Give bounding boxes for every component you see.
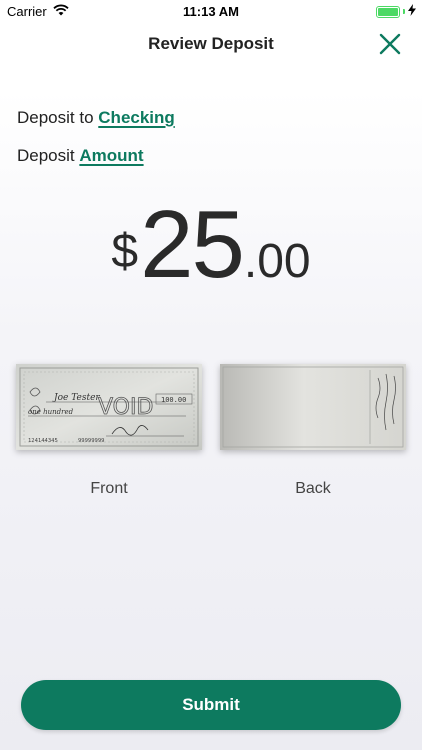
status-bar: Carrier 11:13 AM xyxy=(0,0,422,24)
deposit-to-label: Deposit to xyxy=(17,108,94,127)
check-back-image[interactable] xyxy=(220,364,406,450)
navigation-bar: Review Deposit xyxy=(0,24,422,64)
status-right xyxy=(376,4,416,19)
deposit-to-row: Deposit to Checking xyxy=(17,108,175,128)
currency-symbol: $ xyxy=(111,225,139,278)
check-amount-box: 100.00 xyxy=(161,396,186,404)
close-button[interactable] xyxy=(376,30,404,58)
check-back-drawing xyxy=(222,366,404,448)
battery-tip xyxy=(403,9,405,14)
deposit-amount-row: Deposit Amount xyxy=(17,146,144,166)
check-amount-words: one hundred xyxy=(28,408,74,416)
check-void-text: VOID xyxy=(98,395,153,420)
back-caption: Back xyxy=(295,480,331,497)
submit-button[interactable]: Submit xyxy=(21,680,401,730)
amount-link[interactable]: Amount xyxy=(79,146,143,165)
check-account-number: 99999999 xyxy=(78,438,105,444)
front-caption: Front xyxy=(90,480,128,497)
amount-cents: .00 xyxy=(243,235,311,288)
check-payee: Joe Tester xyxy=(52,393,100,403)
close-icon xyxy=(379,33,401,55)
charging-icon xyxy=(408,4,416,19)
check-micr: 124144345 xyxy=(28,438,58,444)
page-title: Review Deposit xyxy=(148,34,274,53)
check-front-drawing: Joe Tester one hundred 100.00 VOID 12414… xyxy=(16,364,202,450)
status-time: 11:13 AM xyxy=(183,4,239,19)
battery-fill xyxy=(378,7,398,16)
amount-display: $25.00 xyxy=(0,190,422,300)
deposit-amount-label: Deposit xyxy=(17,146,75,165)
amount-whole: 25 xyxy=(140,191,245,298)
check-front-image[interactable]: Joe Tester one hundred 100.00 VOID 12414… xyxy=(16,364,202,450)
battery-icon xyxy=(376,5,400,18)
account-link[interactable]: Checking xyxy=(98,108,175,127)
